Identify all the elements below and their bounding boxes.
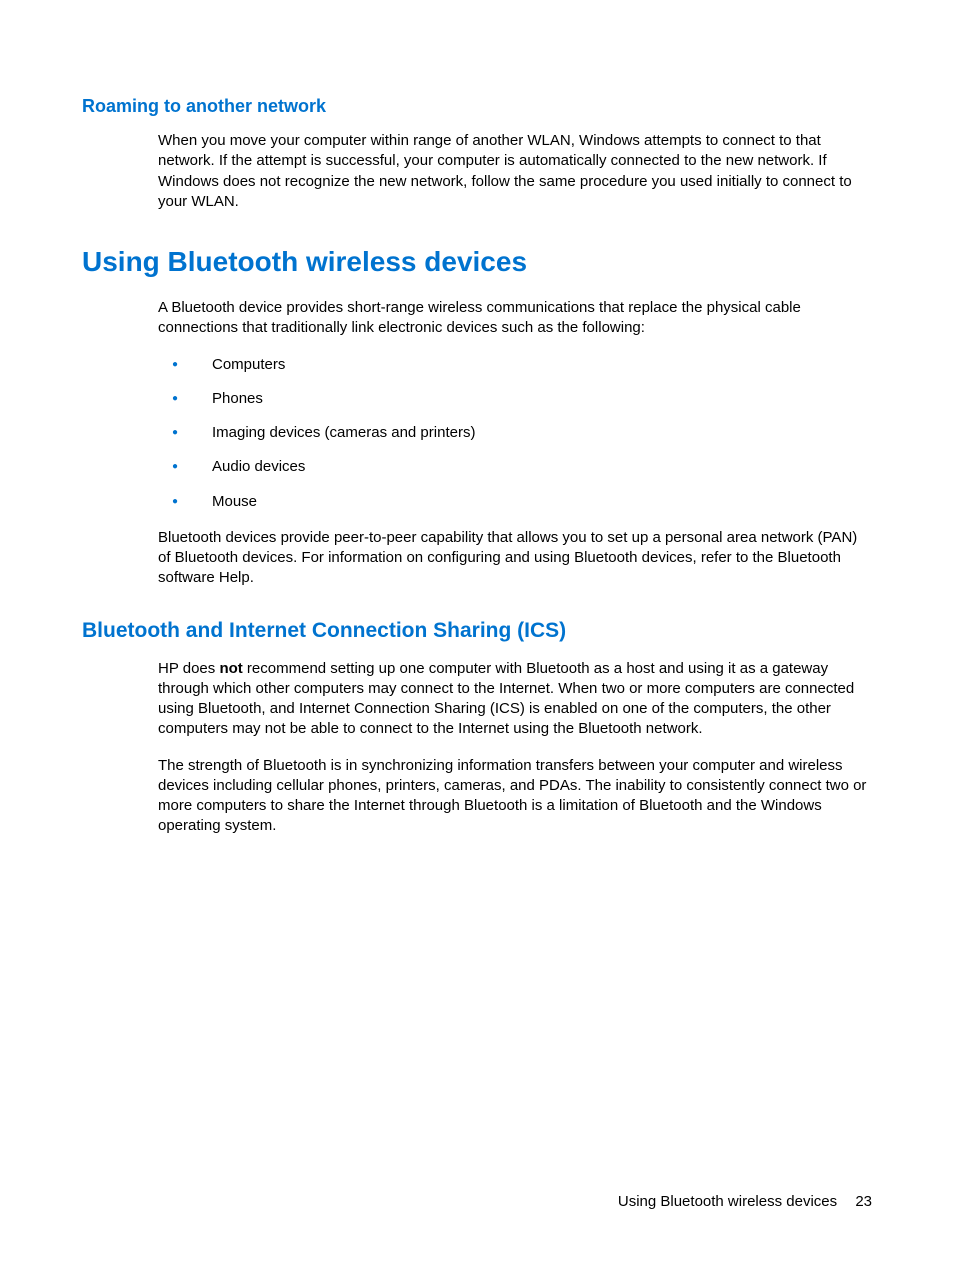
- bluetooth-list: Computers Phones Imaging devices (camera…: [158, 355, 872, 512]
- section-roaming: Roaming to another network When you move…: [82, 96, 872, 212]
- ics-para1-post: recommend setting up one computer with B…: [158, 660, 854, 738]
- roaming-para1: When you move your computer within range…: [158, 131, 872, 212]
- ics-para2: The strength of Bluetooth is in synchron…: [158, 756, 872, 837]
- ics-para1-pre: HP does: [158, 660, 219, 677]
- section-ics: Bluetooth and Internet Connection Sharin…: [82, 619, 872, 837]
- list-item: Computers: [158, 355, 872, 375]
- section-bluetooth: Using Bluetooth wireless devices A Bluet…: [82, 246, 872, 589]
- bluetooth-para1: A Bluetooth device provides short-range …: [158, 298, 872, 339]
- page-footer: Using Bluetooth wireless devices 23: [618, 1193, 872, 1210]
- footer-page-number: 23: [855, 1193, 872, 1210]
- ics-para1: HP does not recommend setting up one com…: [158, 659, 872, 740]
- heading-ics: Bluetooth and Internet Connection Sharin…: [82, 619, 872, 643]
- bluetooth-para2: Bluetooth devices provide peer-to-peer c…: [158, 528, 872, 589]
- footer-text: Using Bluetooth wireless devices: [618, 1193, 837, 1210]
- list-item: Mouse: [158, 492, 872, 512]
- heading-bluetooth: Using Bluetooth wireless devices: [82, 246, 872, 278]
- ics-para1-bold: not: [219, 660, 242, 677]
- list-item: Audio devices: [158, 457, 872, 477]
- list-item: Imaging devices (cameras and printers): [158, 423, 872, 443]
- heading-roaming: Roaming to another network: [82, 96, 872, 117]
- list-item: Phones: [158, 389, 872, 409]
